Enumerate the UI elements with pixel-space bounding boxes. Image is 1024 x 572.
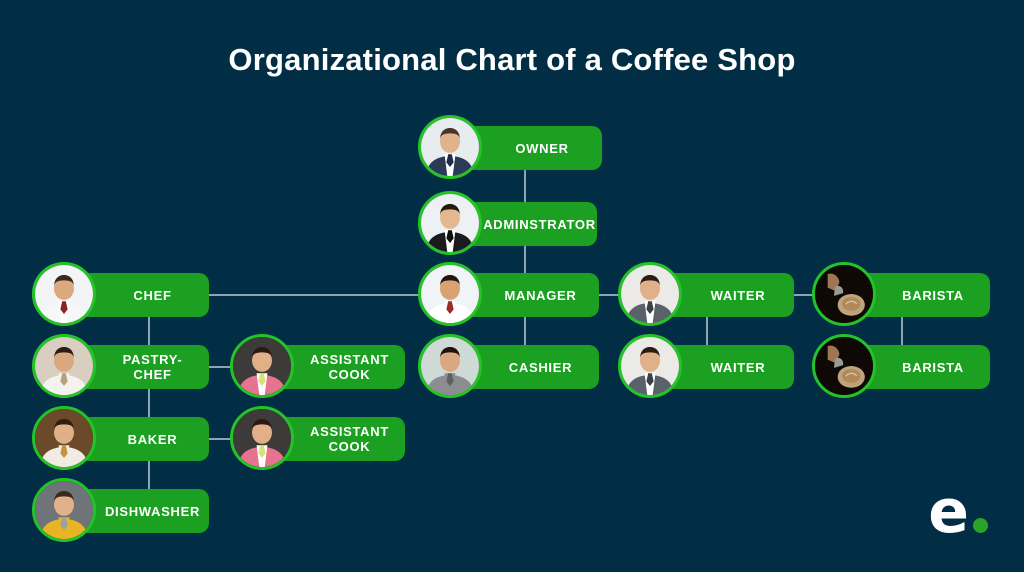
node-label-administrator: ADMINSTRATOR bbox=[483, 216, 596, 232]
node-label-waiter-1: WAITER bbox=[710, 287, 766, 303]
org-node-pastry-chef[interactable]: PASTRY-CHEF bbox=[32, 334, 209, 398]
dishwasher-yellow-top-avatar bbox=[32, 478, 96, 542]
node-label-cashier: CASHIER bbox=[508, 359, 573, 375]
bearded-waiter-apron-avatar bbox=[618, 262, 682, 326]
pastry-chef-baking-avatar bbox=[32, 334, 96, 398]
org-node-waiter-1[interactable]: WAITER bbox=[618, 262, 794, 326]
org-node-waiter-2[interactable]: WAITER bbox=[618, 334, 794, 398]
page-title: Organizational Chart of a Coffee Shop bbox=[228, 42, 796, 77]
man-in-navy-suit-avatar bbox=[418, 115, 482, 179]
node-label-assistant-cook-1: ASSISTANT COOK bbox=[309, 352, 389, 382]
node-label-manager: MANAGER bbox=[504, 287, 577, 303]
org-chart-canvas: Organizational Chart of a Coffee Shop OW… bbox=[0, 0, 1024, 572]
barista-latte-art-avatar bbox=[812, 334, 876, 398]
woman-dark-hair-avatar bbox=[418, 334, 482, 398]
org-node-barista-2[interactable]: BARISTA bbox=[812, 334, 990, 398]
connector-chef-manager bbox=[209, 294, 449, 296]
node-label-baker: BAKER bbox=[127, 431, 178, 447]
bearded-waiter-apron-avatar bbox=[618, 334, 682, 398]
node-label-assistant-cook-2: ASSISTANT COOK bbox=[309, 424, 389, 454]
connector-waiter1-waiter2 bbox=[706, 317, 708, 345]
org-node-assistant-cook-2[interactable]: ASSISTANT COOK bbox=[230, 406, 405, 470]
man-in-black-suit-avatar bbox=[418, 191, 482, 255]
node-label-barista-1: BARISTA bbox=[902, 287, 964, 303]
woman-cooking-pink-apron-avatar bbox=[230, 406, 294, 470]
org-node-chef[interactable]: CHEF bbox=[32, 262, 209, 326]
org-node-dishwasher[interactable]: DISHWASHER bbox=[32, 478, 209, 542]
woman-cooking-pink-apron-avatar bbox=[230, 334, 294, 398]
connector-baker-dishwasher bbox=[148, 461, 150, 489]
brand-logo: e bbox=[928, 477, 988, 547]
node-label-chef: CHEF bbox=[133, 287, 172, 303]
org-node-assistant-cook-1[interactable]: ASSISTANT COOK bbox=[230, 334, 405, 398]
org-node-cashier[interactable]: CASHIER bbox=[418, 334, 599, 398]
chef-white-hat-avatar bbox=[32, 262, 96, 326]
man-arms-crossed-tie-avatar bbox=[418, 262, 482, 326]
node-label-waiter-2: WAITER bbox=[710, 359, 766, 375]
org-node-barista-1[interactable]: BARISTA bbox=[812, 262, 990, 326]
barista-latte-art-avatar bbox=[812, 262, 876, 326]
connector-chef-pastrychef bbox=[148, 317, 150, 345]
logo-dot-icon bbox=[973, 518, 988, 533]
org-node-manager[interactable]: MANAGER bbox=[418, 262, 599, 326]
org-node-administrator[interactable]: ADMINSTRATOR bbox=[418, 191, 597, 255]
org-node-baker[interactable]: BAKER bbox=[32, 406, 209, 470]
node-label-owner: OWNER bbox=[515, 140, 569, 156]
baker-with-bread-avatar bbox=[32, 406, 96, 470]
connector-pastrychef-baker bbox=[148, 389, 150, 417]
connector-administrator-manager bbox=[524, 246, 526, 273]
node-label-barista-2: BARISTA bbox=[902, 359, 964, 375]
node-label-dishwasher: DISHWASHER bbox=[104, 503, 201, 519]
node-label-pastry-chef: PASTRY-CHEF bbox=[122, 352, 183, 382]
org-node-owner[interactable]: OWNER bbox=[418, 115, 602, 179]
connector-owner-administrator bbox=[524, 170, 526, 202]
logo-letter: e bbox=[928, 477, 969, 547]
connector-barista1-barista2 bbox=[901, 317, 903, 345]
connector-manager-cashier bbox=[524, 317, 526, 345]
